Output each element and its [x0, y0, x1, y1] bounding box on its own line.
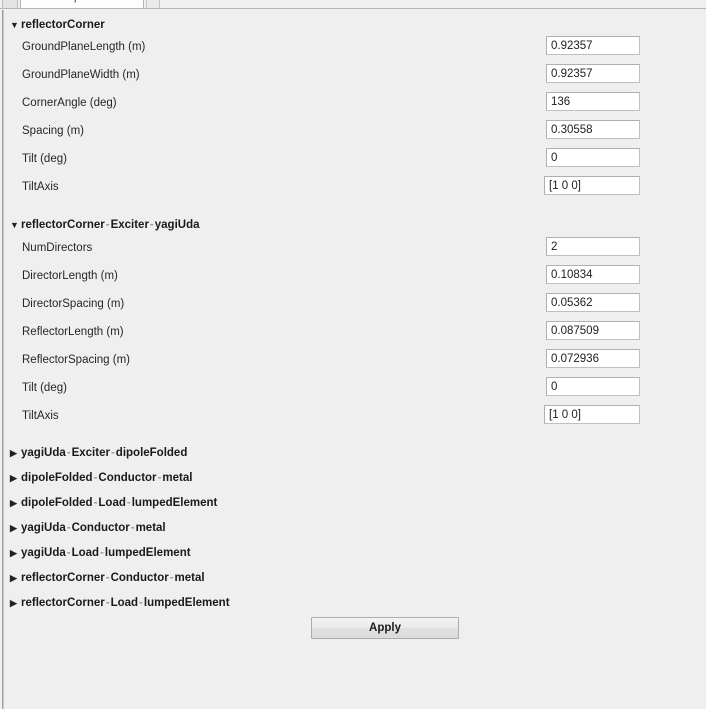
property-input[interactable]: [546, 349, 640, 368]
title-part: Conductor: [110, 572, 169, 584]
title-part: reflectorCorner: [21, 572, 105, 584]
chevron-down-icon[interactable]: ▼: [10, 17, 21, 33]
section-title: dipoleFolded-Conductor-metal: [21, 472, 192, 484]
title-part: reflectorCorner: [21, 19, 105, 31]
title-part: dipoleFolded: [21, 497, 93, 509]
chevron-right-icon[interactable]: ▶: [10, 445, 21, 461]
property-label: ReflectorSpacing (m): [22, 354, 131, 366]
property-list: ▼reflectorCornerGroundPlaneLength (m)Gro…: [0, 10, 706, 709]
section-header-yagiuda-exciter-dipolefolded[interactable]: ▶ yagiUda-Exciter-dipoleFolded: [10, 445, 187, 461]
section-title: reflectorCorner-Exciter-yagiUda: [21, 219, 200, 231]
apply-button[interactable]: Apply: [311, 617, 459, 639]
title-part: Load: [110, 597, 139, 609]
section-header-reflector-corner[interactable]: ▼ reflectorCorner: [10, 17, 105, 33]
section-title: yagiUda-Exciter-dipoleFolded: [21, 447, 187, 459]
chevron-right-icon[interactable]: ▶: [10, 570, 21, 586]
property-input[interactable]: [546, 148, 640, 167]
property-label: DirectorSpacing (m): [22, 298, 125, 310]
section-header-reflectorcorner-load-lumpedelement[interactable]: ▶ reflectorCorner-Load-lumpedElement: [10, 595, 230, 611]
property-input[interactable]: [546, 120, 640, 139]
section-title: reflectorCorner-Load-lumpedElement: [21, 597, 230, 609]
section-title: yagiUda-Conductor-metal: [21, 522, 166, 534]
title-part: yagiUda: [21, 522, 66, 534]
title-part: dipoleFolded: [21, 472, 93, 484]
tab-strip: Properties: [0, 0, 706, 10]
property-input[interactable]: [544, 405, 640, 424]
section-header-dipolefolded-load-lumpedelement[interactable]: ▶ dipoleFolded-Load-lumpedElement: [10, 495, 217, 511]
title-part: reflectorCorner: [21, 597, 105, 609]
title-part: Conductor: [98, 472, 157, 484]
panel-left-rule: [2, 10, 4, 709]
property-label: TiltAxis: [22, 410, 59, 422]
title-part: metal: [162, 472, 193, 484]
property-input[interactable]: [546, 293, 640, 312]
title-part: yagiUda: [154, 219, 200, 231]
property-label: ReflectorLength (m): [22, 326, 124, 338]
property-label: GroundPlaneWidth (m): [22, 69, 140, 81]
property-input[interactable]: [546, 36, 640, 55]
section-header-dipolefolded-conductor-metal[interactable]: ▶ dipoleFolded-Conductor-metal: [10, 470, 192, 486]
property-label: Tilt (deg): [22, 382, 67, 394]
property-input[interactable]: [546, 377, 640, 396]
section-header-yagiuda-conductor-metal[interactable]: ▶ yagiUda-Conductor-metal: [10, 520, 166, 536]
title-part: metal: [174, 572, 205, 584]
tab-strip-divider: [0, 8, 706, 9]
section-title: yagiUda-Load-lumpedElement: [21, 547, 191, 559]
chevron-right-icon[interactable]: ▶: [10, 470, 21, 486]
title-part: lumpedElement: [104, 547, 191, 559]
property-input[interactable]: [546, 92, 640, 111]
properties-panel: Properties ▼reflectorCornerGroundPlaneLe…: [0, 0, 706, 709]
property-input[interactable]: [546, 265, 640, 284]
property-label: DirectorLength (m): [22, 270, 118, 282]
section-title: dipoleFolded-Load-lumpedElement: [21, 497, 217, 509]
title-part: Exciter: [110, 219, 149, 231]
chevron-right-icon[interactable]: ▶: [10, 545, 21, 561]
title-part: lumpedElement: [131, 497, 218, 509]
chevron-down-icon[interactable]: ▼: [10, 217, 21, 233]
title-part: Load: [71, 547, 100, 559]
title-part: metal: [135, 522, 166, 534]
property-label: Spacing (m): [22, 125, 84, 137]
title-part: yagiUda: [21, 547, 66, 559]
tab-properties-label: Properties: [57, 0, 107, 3]
section-title: reflectorCorner-Conductor-metal: [21, 572, 205, 584]
section-title: reflectorCorner: [21, 19, 105, 31]
title-part: yagiUda: [21, 447, 66, 459]
property-input[interactable]: [546, 321, 640, 340]
property-label: CornerAngle (deg): [22, 97, 117, 109]
title-part: dipoleFolded: [115, 447, 188, 459]
property-label: TiltAxis: [22, 181, 59, 193]
property-input[interactable]: [544, 176, 640, 195]
section-header-reflectorcorner-conductor-metal[interactable]: ▶ reflectorCorner-Conductor-metal: [10, 570, 205, 586]
property-label: NumDirectors: [22, 242, 93, 254]
title-part: reflectorCorner: [21, 219, 105, 231]
chevron-right-icon[interactable]: ▶: [10, 495, 21, 511]
section-header-reflector-corner-exciter-yagiuda[interactable]: ▼ reflectorCorner-Exciter-yagiUda: [10, 217, 200, 233]
chevron-right-icon[interactable]: ▶: [10, 595, 21, 611]
title-part: lumpedElement: [143, 597, 230, 609]
property-input[interactable]: [546, 237, 640, 256]
title-part: Load: [98, 497, 126, 509]
property-label: GroundPlaneLength (m): [22, 41, 146, 53]
chevron-right-icon[interactable]: ▶: [10, 520, 21, 536]
title-part: Conductor: [71, 522, 130, 534]
property-label: Tilt (deg): [22, 153, 67, 165]
property-input[interactable]: [546, 64, 640, 83]
title-part: Exciter: [71, 447, 110, 459]
section-header-yagiuda-load-lumpedelement[interactable]: ▶ yagiUda-Load-lumpedElement: [10, 545, 191, 561]
